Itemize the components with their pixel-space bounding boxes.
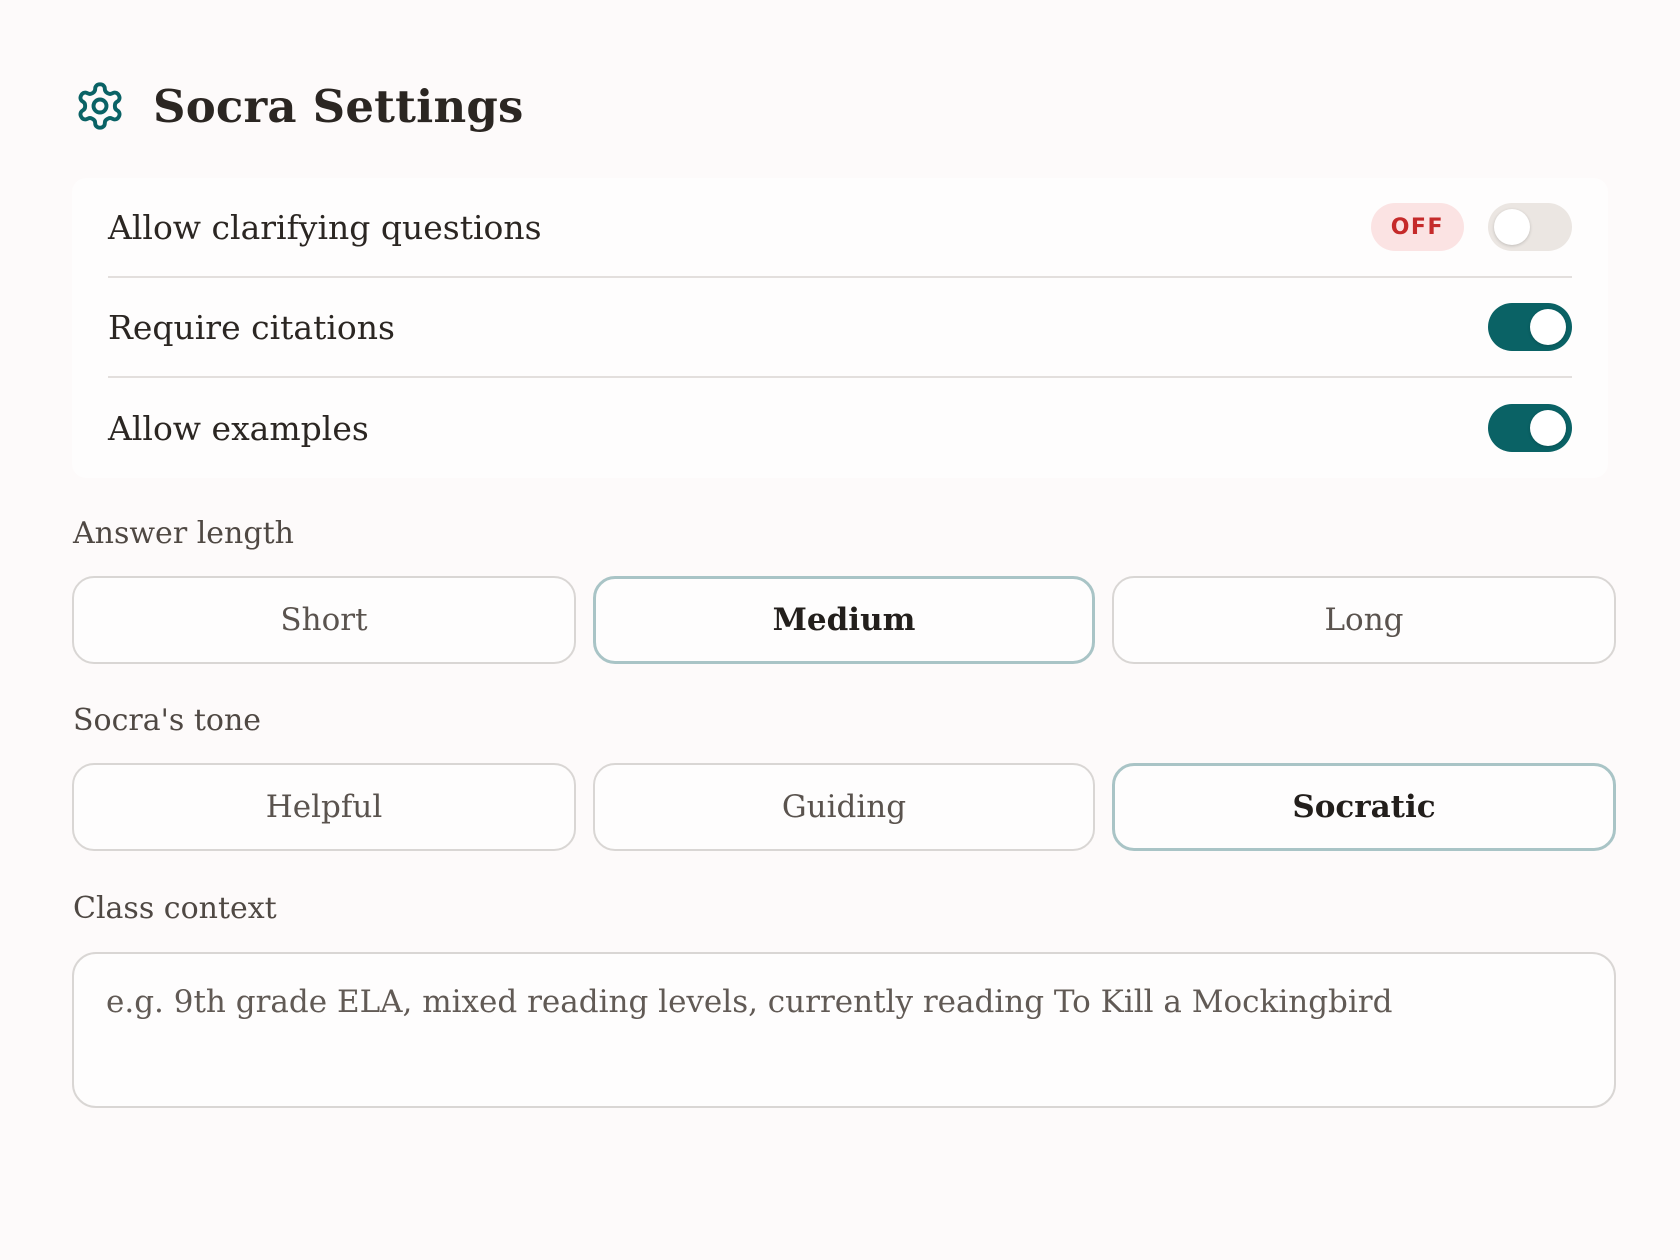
gear-icon [74, 80, 126, 132]
answer-length-label: Answer length [73, 516, 294, 551]
tone-socratic-button[interactable]: Socratic [1112, 763, 1616, 851]
toggle-controls: OFF [1370, 203, 1572, 251]
tone-guiding-button[interactable]: Guiding [593, 763, 1095, 851]
answer-length-medium-button[interactable]: Medium [593, 576, 1095, 664]
settings-page: Socra Settings Allow clarifying question… [0, 0, 1680, 1260]
class-context-label: Class context [73, 891, 277, 926]
page-title: Socra Settings [153, 79, 524, 133]
answer-length-segmented-control: Short Medium Long [72, 576, 1616, 664]
toggle-row-clarifying-questions: Allow clarifying questions OFF [108, 178, 1572, 278]
toggle-controls [1488, 303, 1572, 351]
page-header: Socra Settings [74, 76, 524, 136]
toggle-row-require-citations: Require citations [108, 278, 1572, 378]
require-citations-toggle[interactable] [1488, 303, 1572, 351]
answer-length-long-button[interactable]: Long [1112, 576, 1616, 664]
answer-length-short-button[interactable]: Short [72, 576, 576, 664]
tone-label: Socra's tone [73, 703, 262, 738]
tone-segmented-control: Helpful Guiding Socratic [72, 763, 1616, 851]
toggle-knob [1530, 410, 1566, 446]
toggle-label: Allow examples [108, 408, 369, 448]
toggle-row-allow-examples: Allow examples [108, 378, 1572, 478]
toggle-knob [1530, 309, 1566, 345]
toggle-label: Require citations [108, 307, 395, 347]
toggles-card: Allow clarifying questions OFF Require c… [72, 178, 1608, 478]
toggle-controls [1488, 404, 1572, 452]
clarifying-questions-toggle[interactable] [1488, 203, 1572, 251]
toggle-knob [1494, 209, 1530, 245]
class-context-textarea[interactable]: e.g. 9th grade ELA, mixed reading levels… [72, 952, 1616, 1108]
status-badge: OFF [1370, 203, 1464, 251]
toggle-label: Allow clarifying questions [108, 207, 542, 247]
tone-helpful-button[interactable]: Helpful [72, 763, 576, 851]
allow-examples-toggle[interactable] [1488, 404, 1572, 452]
